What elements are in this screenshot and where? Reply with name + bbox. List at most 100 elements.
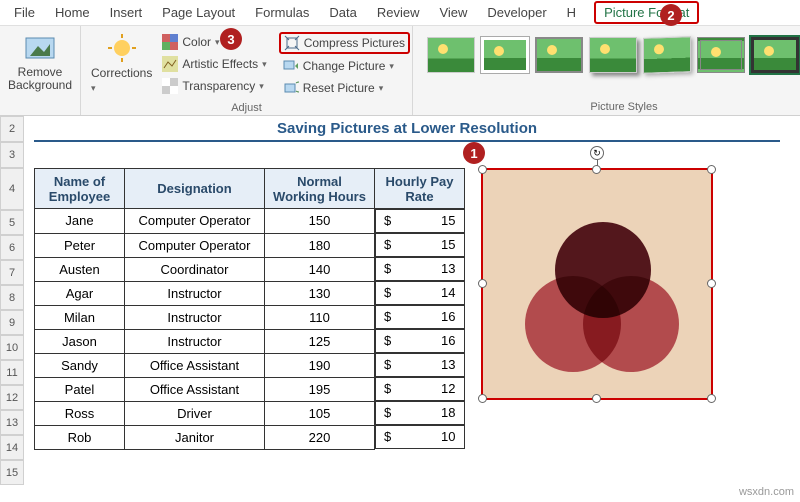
picture-content	[483, 170, 711, 398]
tab-home[interactable]: Home	[45, 1, 100, 24]
row-header[interactable]: 11	[0, 360, 24, 385]
cell-desig[interactable]: Office Assistant	[125, 353, 265, 377]
row-header[interactable]: 3	[0, 142, 24, 168]
rotate-handle[interactable]	[590, 146, 604, 160]
style-thumb-1[interactable]	[427, 37, 475, 73]
cell-rate[interactable]: $18	[375, 401, 465, 425]
resize-handle-br[interactable]	[707, 394, 716, 403]
resize-handle-bl[interactable]	[478, 394, 487, 403]
compress-pictures-button[interactable]: Compress Pictures	[279, 32, 410, 54]
cell-rate[interactable]: $12	[375, 377, 465, 401]
row-header[interactable]: 13	[0, 410, 24, 435]
style-thumb-5[interactable]	[643, 36, 691, 74]
resize-handle-mr[interactable]	[707, 279, 716, 288]
resize-handle-tl[interactable]	[478, 165, 487, 174]
row-header[interactable]: 8	[0, 285, 24, 310]
cell-name[interactable]: Rob	[35, 425, 125, 449]
row-header[interactable]: 4	[0, 168, 24, 210]
row-header[interactable]: 15	[0, 460, 24, 485]
cell-hours[interactable]: 190	[265, 353, 375, 377]
row-header[interactable]: 5	[0, 210, 24, 235]
row-header[interactable]: 12	[0, 385, 24, 410]
col-name[interactable]: Name of Employee	[35, 169, 125, 209]
cell-name[interactable]: Ross	[35, 401, 125, 425]
tab-data[interactable]: Data	[319, 1, 366, 24]
cell-rate[interactable]: $14	[375, 281, 465, 305]
cell-hours[interactable]: 140	[265, 257, 375, 281]
cell-rate[interactable]: $15	[375, 209, 465, 233]
cell-hours[interactable]: 195	[265, 377, 375, 401]
cell-desig[interactable]: Instructor	[125, 281, 265, 305]
col-designation[interactable]: Designation	[125, 169, 265, 209]
resize-handle-tr[interactable]	[707, 165, 716, 174]
cell-name[interactable]: Jane	[35, 209, 125, 234]
tab-file[interactable]: File	[4, 1, 45, 24]
cell-hours[interactable]: 130	[265, 281, 375, 305]
row-header[interactable]: 10	[0, 335, 24, 360]
cell-desig[interactable]: Instructor	[125, 329, 265, 353]
remove-background-button[interactable]: Remove Background	[8, 30, 72, 94]
row-header[interactable]: 9	[0, 310, 24, 335]
tab-developer[interactable]: Developer	[477, 1, 556, 24]
style-thumb-6[interactable]	[697, 37, 745, 73]
tab-review[interactable]: Review	[367, 1, 430, 24]
color-button[interactable]: Color	[158, 32, 270, 52]
corrections-label: Corrections	[91, 66, 152, 94]
cell-hours[interactable]: 110	[265, 305, 375, 329]
cell-name[interactable]: Peter	[35, 233, 125, 257]
style-thumb-2[interactable]	[481, 37, 529, 73]
selected-picture[interactable]	[481, 168, 713, 400]
cell-desig[interactable]: Coordinator	[125, 257, 265, 281]
cell-rate[interactable]: $13	[375, 257, 465, 281]
cell-name[interactable]: Milan	[35, 305, 125, 329]
tab-insert[interactable]: Insert	[100, 1, 153, 24]
cell-desig[interactable]: Computer Operator	[125, 209, 265, 234]
cell-desig[interactable]: Office Assistant	[125, 377, 265, 401]
tab-formulas[interactable]: Formulas	[245, 1, 319, 24]
cell-hours[interactable]: 220	[265, 425, 375, 449]
change-picture-button[interactable]: Change Picture	[279, 56, 410, 76]
cell-desig[interactable]: Computer Operator	[125, 233, 265, 257]
cell-hours[interactable]: 180	[265, 233, 375, 257]
tab-truncated[interactable]: H	[557, 1, 586, 24]
style-thumb-3[interactable]	[535, 37, 583, 73]
tab-page-layout[interactable]: Page Layout	[152, 1, 245, 24]
col-hours[interactable]: Normal Working Hours	[265, 169, 375, 209]
resize-handle-bm[interactable]	[592, 394, 601, 403]
cell-name[interactable]: Sandy	[35, 353, 125, 377]
table-row: MilanInstructor110$16	[35, 305, 465, 329]
cell-name[interactable]: Jason	[35, 329, 125, 353]
cell-hours[interactable]: 105	[265, 401, 375, 425]
cell-desig[interactable]: Driver	[125, 401, 265, 425]
cell-desig[interactable]: Instructor	[125, 305, 265, 329]
row-header[interactable]: 6	[0, 235, 24, 260]
style-thumb-4[interactable]	[589, 37, 637, 73]
tab-view[interactable]: View	[429, 1, 477, 24]
transparency-button[interactable]: Transparency	[158, 76, 270, 96]
cell-rate[interactable]: $16	[375, 329, 465, 353]
change-picture-icon	[283, 58, 299, 74]
row-header[interactable]: 2	[0, 116, 24, 142]
cell-name[interactable]: Austen	[35, 257, 125, 281]
cell-rate[interactable]: $16	[375, 305, 465, 329]
cell-hours[interactable]: 125	[265, 329, 375, 353]
group-adjust: Corrections Color Artistic Effects Trans…	[81, 26, 413, 115]
cell-hours[interactable]: 150	[265, 209, 375, 234]
row-header[interactable]: 7	[0, 260, 24, 285]
col-rate[interactable]: Hourly Pay Rate	[375, 169, 465, 209]
resize-handle-tm[interactable]	[592, 165, 601, 174]
cell-rate[interactable]: $13	[375, 353, 465, 377]
artistic-effects-button[interactable]: Artistic Effects	[158, 54, 270, 74]
cell-rate[interactable]: $10	[375, 425, 465, 449]
style-thumb-7[interactable]	[751, 37, 799, 73]
tab-picture-format[interactable]: Picture Format	[594, 1, 699, 24]
cell-name[interactable]: Patel	[35, 377, 125, 401]
cell-desig[interactable]: Janitor	[125, 425, 265, 449]
row-header[interactable]: 14	[0, 435, 24, 460]
cell-rate[interactable]: $15	[375, 233, 465, 257]
cell-name[interactable]: Agar	[35, 281, 125, 305]
group-label-styles: Picture Styles	[421, 99, 800, 113]
reset-picture-button[interactable]: Reset Picture	[279, 78, 410, 98]
resize-handle-ml[interactable]	[478, 279, 487, 288]
corrections-button[interactable]: Corrections	[89, 30, 154, 96]
